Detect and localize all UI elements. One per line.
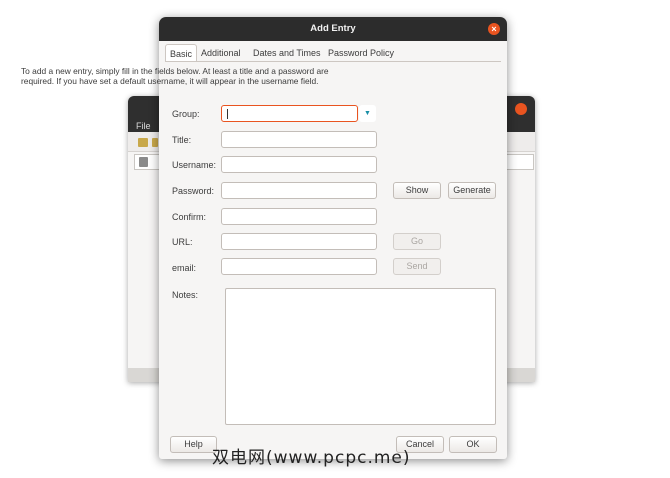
- generate-password-button[interactable]: Generate: [448, 182, 496, 199]
- show-password-button[interactable]: Show: [393, 182, 441, 199]
- dialog-title: Add Entry: [159, 17, 507, 41]
- go-button[interactable]: Go: [393, 233, 441, 250]
- title-label: Title:: [172, 135, 192, 145]
- notes-label: Notes:: [172, 290, 199, 300]
- password-label: Password:: [172, 186, 215, 196]
- ok-button[interactable]: OK: [449, 436, 497, 453]
- close-icon[interactable]: ×: [488, 23, 500, 35]
- email-label: email:: [172, 263, 197, 273]
- folder-icon[interactable]: [152, 138, 158, 147]
- tab-basic[interactable]: Basic: [165, 44, 198, 62]
- group-combo-input[interactable]: [221, 105, 358, 122]
- intro-text: To add a new entry, simply fill in the f…: [21, 66, 329, 86]
- email-input[interactable]: [221, 258, 377, 275]
- confirm-label: Confirm:: [172, 212, 207, 222]
- tab-additional[interactable]: Additional: [197, 44, 245, 62]
- notes-textarea[interactable]: [225, 288, 496, 425]
- watermark-text: 双电网(www.pcpc.me): [212, 448, 411, 468]
- username-input[interactable]: [221, 156, 377, 173]
- menu-file[interactable]: File: [136, 121, 151, 131]
- username-label: Username:: [172, 160, 217, 170]
- tree-item-icon: [139, 157, 148, 167]
- url-label: URL:: [172, 237, 193, 247]
- chevron-down-icon[interactable]: ▼: [359, 105, 376, 122]
- title-input[interactable]: [221, 131, 377, 148]
- password-input[interactable]: [221, 182, 377, 199]
- tab-dates-and-times[interactable]: Dates and Times: [249, 44, 325, 62]
- background-close-icon[interactable]: [515, 103, 527, 115]
- tab-password-policy[interactable]: Password Policy: [324, 44, 398, 62]
- confirm-password-input[interactable]: [221, 208, 377, 225]
- text-caret: [227, 109, 228, 119]
- add-folder-icon[interactable]: [138, 138, 148, 147]
- url-input[interactable]: [221, 233, 377, 250]
- group-label: Group:: [172, 109, 200, 119]
- help-button[interactable]: Help: [170, 436, 217, 453]
- send-button[interactable]: Send: [393, 258, 441, 275]
